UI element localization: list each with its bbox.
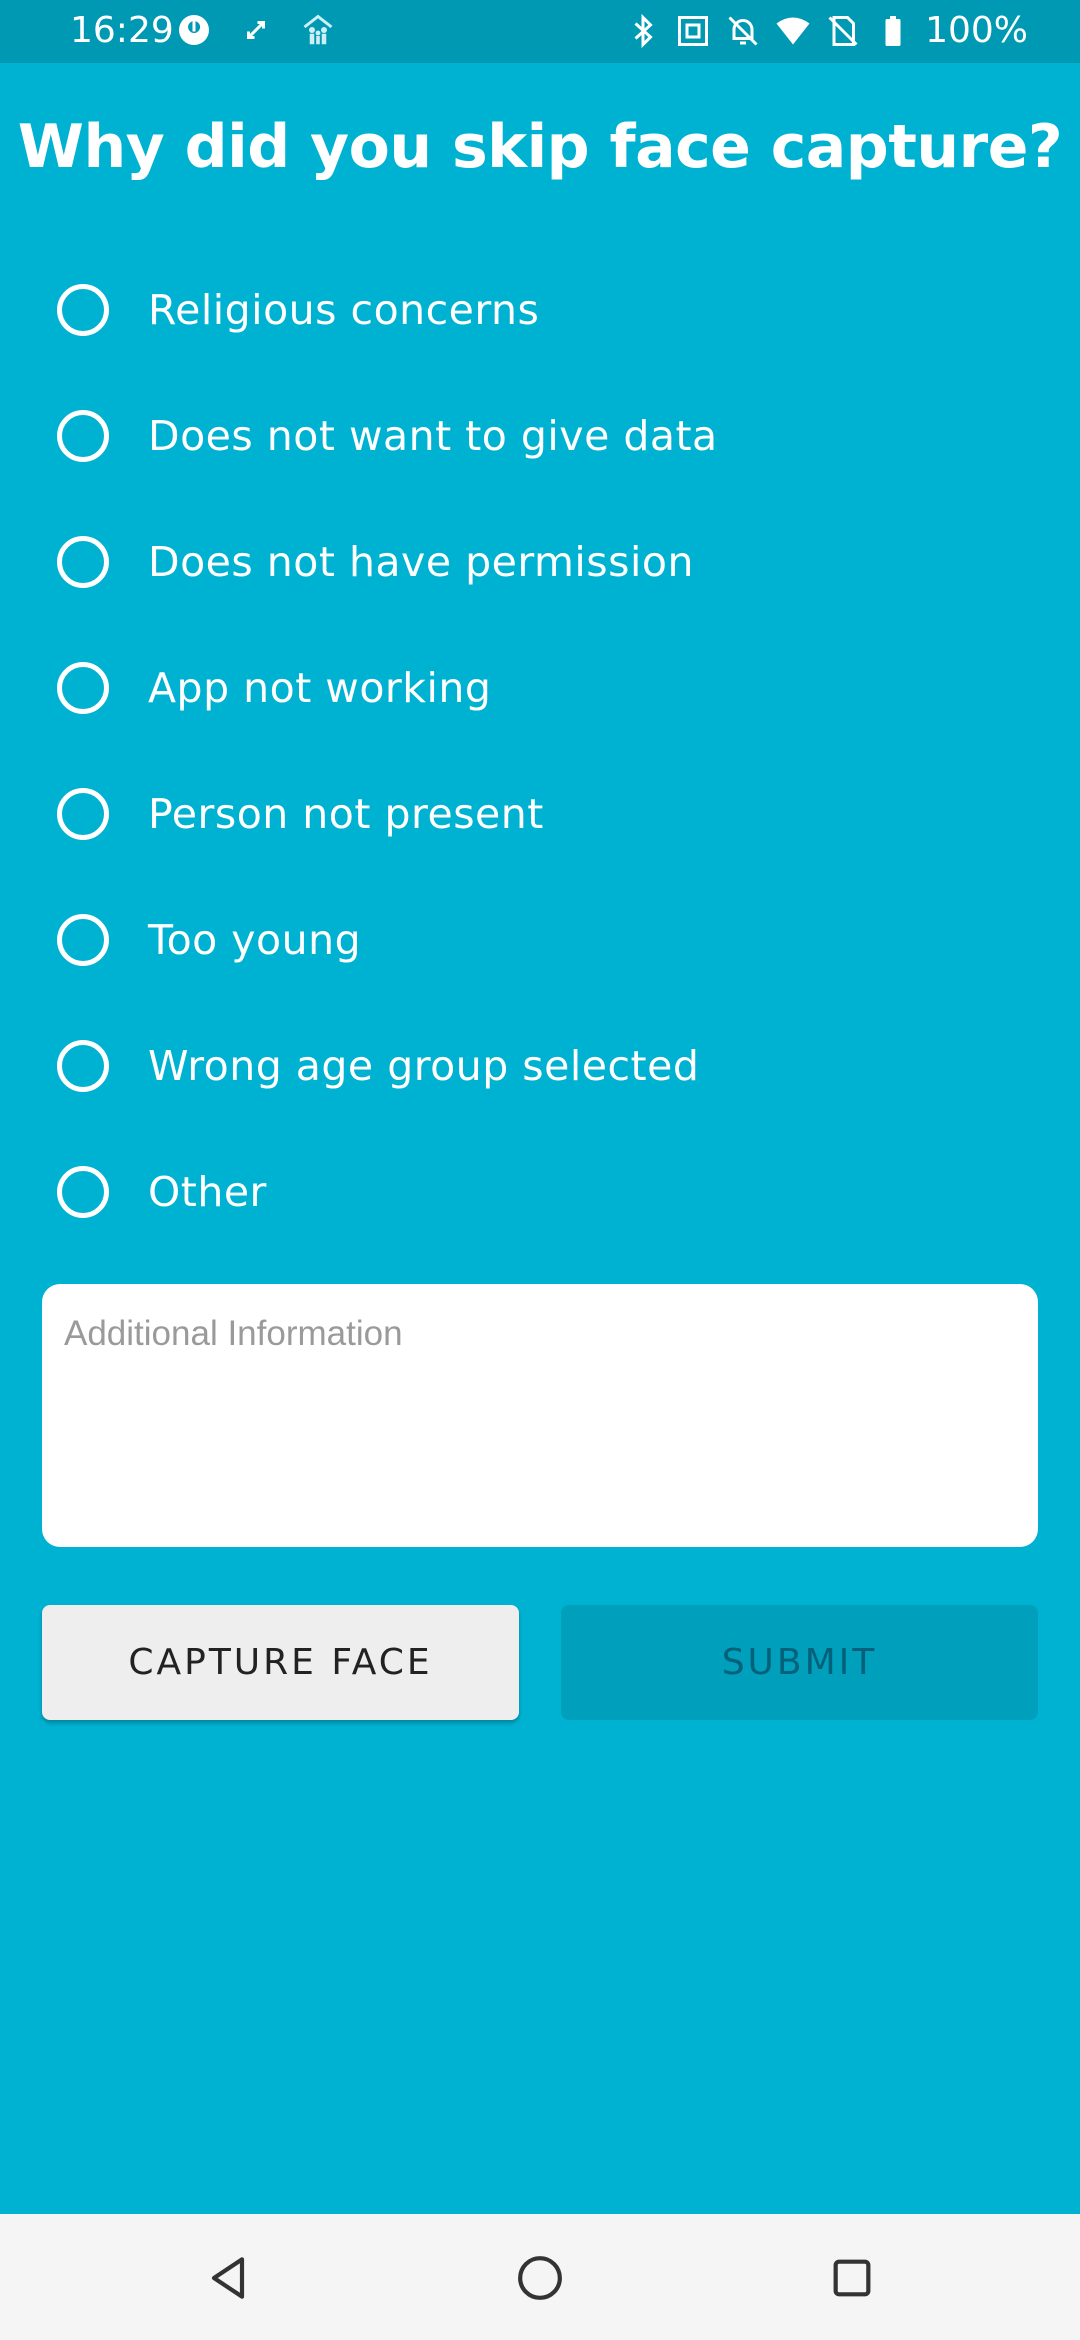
- status-right-icons: 100%: [625, 10, 1028, 51]
- option-label: Religious concerns: [148, 286, 540, 334]
- radio-button[interactable]: [57, 536, 109, 588]
- battery-icon: [885, 15, 901, 46]
- radio-button[interactable]: [57, 914, 109, 966]
- option-other[interactable]: Other: [0, 1129, 1080, 1255]
- capture-face-button[interactable]: CAPTURE FACE: [42, 1605, 519, 1720]
- option-label: Wrong age group selected: [148, 1042, 700, 1090]
- sync-icon: [247, 21, 265, 39]
- radio-button[interactable]: [57, 1040, 109, 1092]
- wifi-icon: [776, 17, 810, 44]
- bluetooth-icon: [634, 13, 653, 48]
- status-bar: 16:29 100%: [0, 0, 1080, 63]
- nfc-icon: [678, 15, 709, 46]
- radio-button[interactable]: [57, 788, 109, 840]
- submit-button[interactable]: SUBMIT: [561, 1605, 1038, 1720]
- option-does-not-want-to-give-data[interactable]: Does not want to give data: [0, 373, 1080, 499]
- back-icon[interactable]: [200, 2250, 256, 2306]
- radio-button[interactable]: [57, 284, 109, 336]
- option-does-not-have-permission[interactable]: Does not have permission: [0, 499, 1080, 625]
- option-too-young[interactable]: Too young: [0, 877, 1080, 1003]
- option-religious-concerns[interactable]: Religious concerns: [0, 247, 1080, 373]
- additional-information-placeholder: Additional Information: [64, 1314, 403, 1353]
- status-time: 16:29: [70, 10, 174, 51]
- radio-button[interactable]: [57, 410, 109, 462]
- bell-off-icon: [728, 15, 758, 46]
- app-notification-icon: [179, 15, 209, 45]
- radio-button[interactable]: [57, 1166, 109, 1218]
- recents-icon[interactable]: [824, 2250, 880, 2306]
- navigation-bar: [0, 2214, 1080, 2340]
- option-person-not-present[interactable]: Person not present: [0, 751, 1080, 877]
- page-title: Why did you skip face capture?: [17, 112, 1063, 182]
- option-wrong-age-group-selected[interactable]: Wrong age group selected: [0, 1003, 1080, 1129]
- home-icon[interactable]: [512, 2250, 568, 2306]
- option-label: Person not present: [148, 790, 544, 838]
- option-app-not-working[interactable]: App not working: [0, 625, 1080, 751]
- no-sim-icon: [828, 15, 858, 46]
- family-icon: [303, 14, 333, 45]
- option-label: Does not want to give data: [148, 412, 718, 460]
- option-label: App not working: [148, 664, 492, 712]
- status-left-icons: [176, 12, 336, 48]
- option-label: Other: [148, 1168, 267, 1216]
- radio-button[interactable]: [57, 662, 109, 714]
- option-label: Does not have permission: [148, 538, 694, 586]
- additional-information-field[interactable]: Additional Information: [42, 1284, 1038, 1547]
- battery-percent: 100%: [925, 10, 1028, 51]
- option-label: Too young: [148, 916, 362, 964]
